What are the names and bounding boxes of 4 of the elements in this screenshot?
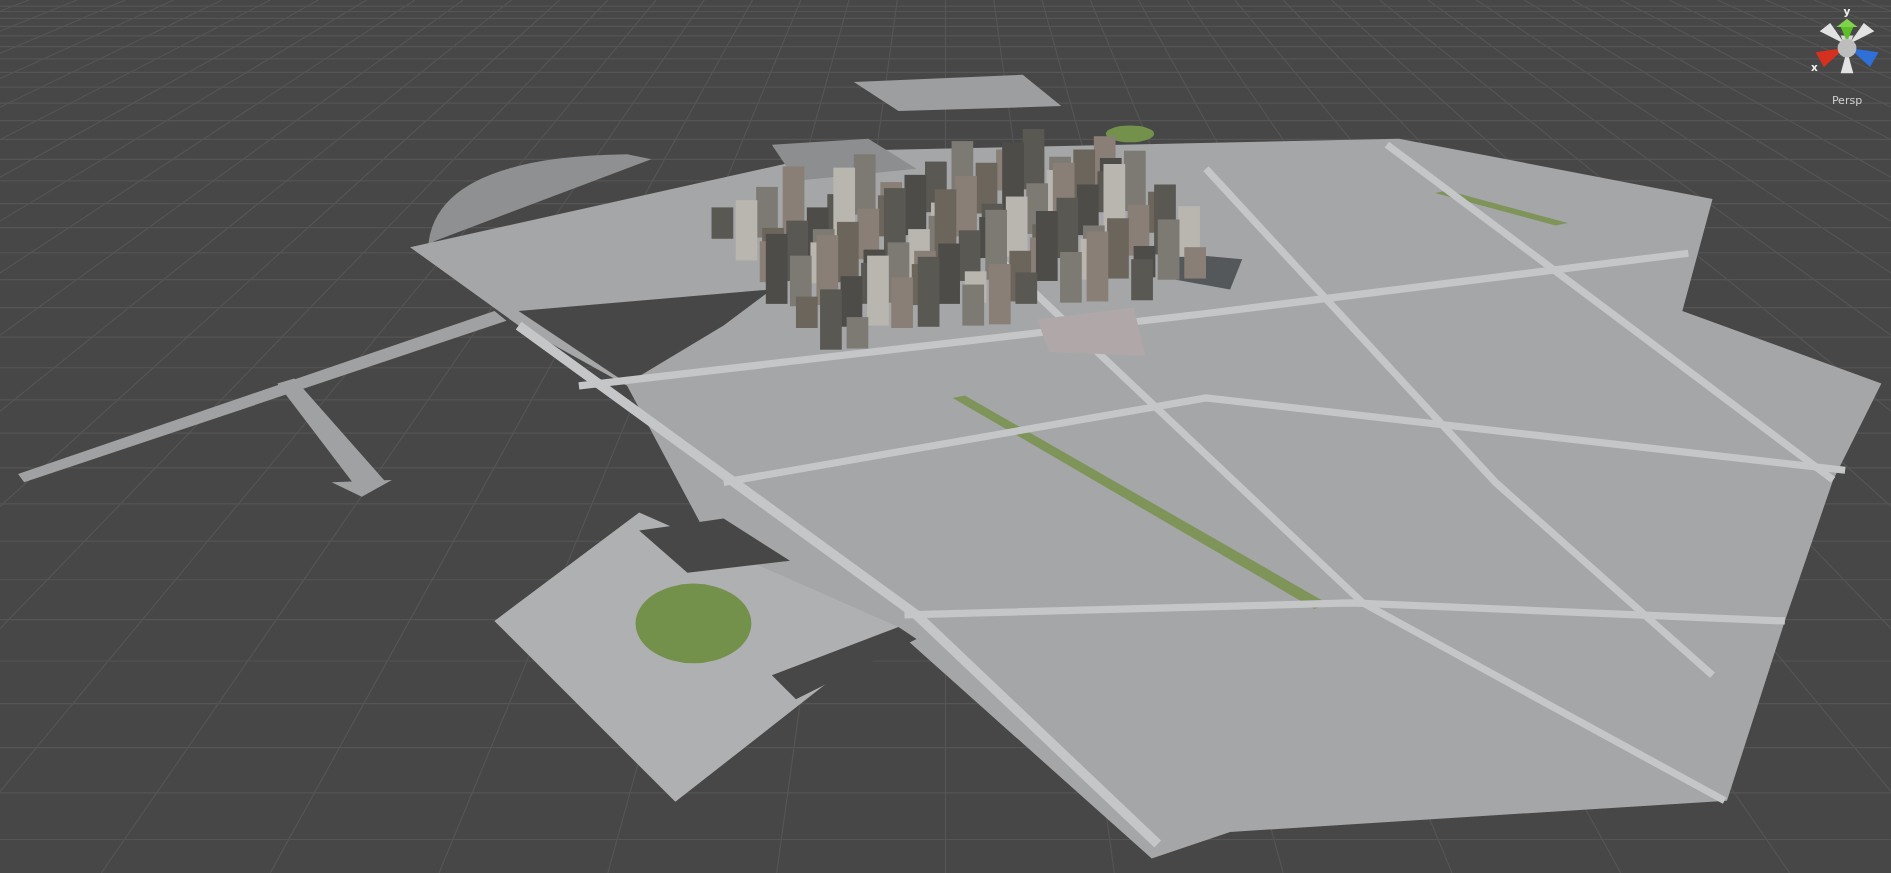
projection-label[interactable]: Persp: [1831, 94, 1863, 107]
y-axis-label: y: [1843, 4, 1851, 17]
x-axis-label: x: [1811, 61, 1818, 74]
scene-viewport[interactable]: y x Persp: [0, 0, 1891, 873]
